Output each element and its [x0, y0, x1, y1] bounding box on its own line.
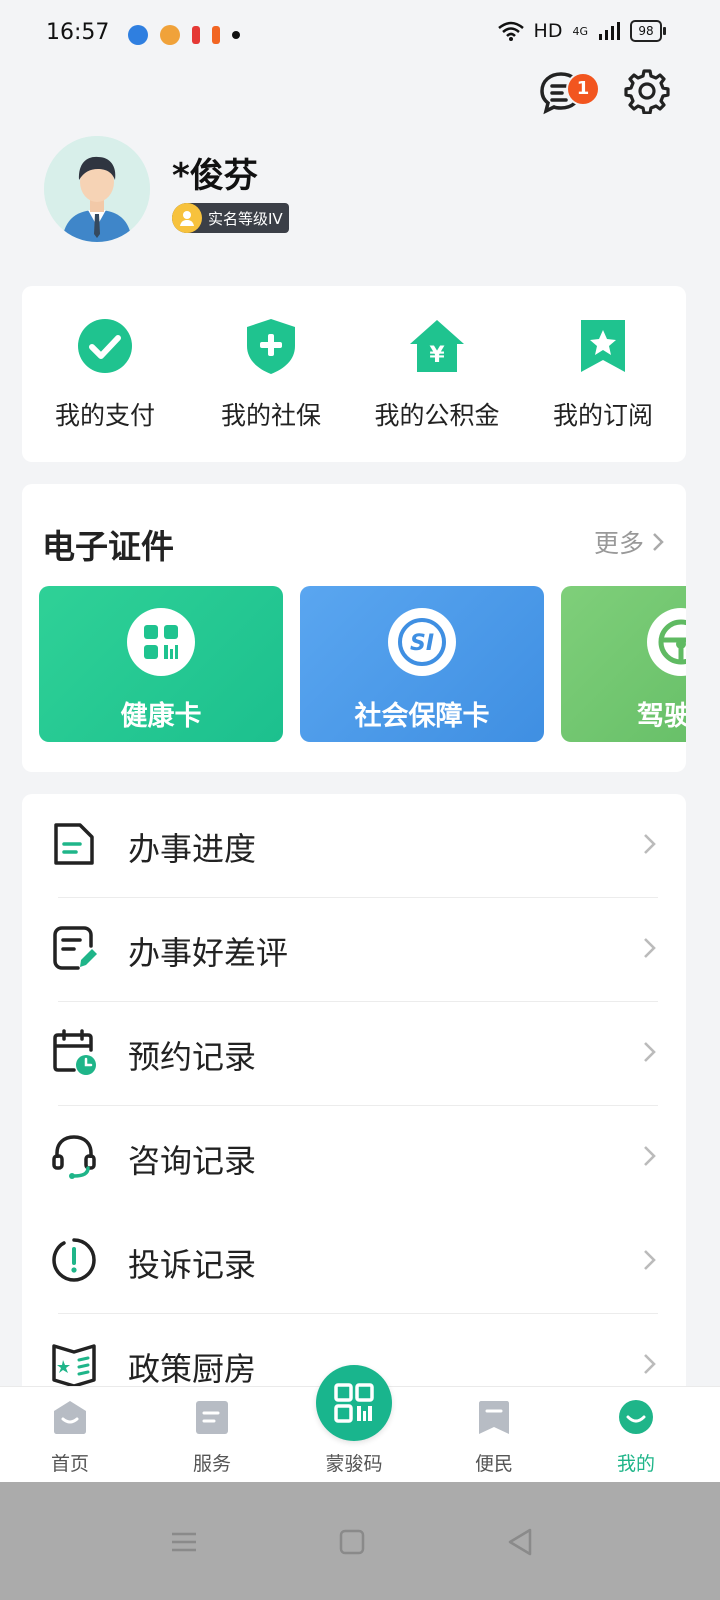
quick-action-payment[interactable]: 我的支付: [22, 316, 188, 432]
list-item-label: 咨询记录: [128, 1142, 257, 1180]
driver-license-label: 驾驶: [637, 701, 686, 732]
list-item-label: 政策厨房: [128, 1350, 257, 1388]
quick-action-label: 我的订阅: [552, 401, 653, 430]
policy-book-icon: [52, 1344, 96, 1388]
tab-label: 我的: [616, 1453, 655, 1475]
app-notification-icon: [212, 26, 220, 44]
tab-services[interactable]: 服务: [162, 1397, 262, 1476]
tab-home[interactable]: 首页: [20, 1397, 120, 1476]
app-notification-icon: [192, 26, 200, 44]
user-name: *俊芬: [172, 156, 258, 196]
steering-wheel-icon: [647, 608, 686, 676]
message-badge: 1: [566, 72, 600, 106]
list-item-label: 投诉记录: [128, 1246, 257, 1284]
tab-label: 便民: [474, 1453, 513, 1475]
svg-text:SI: SI: [410, 631, 434, 656]
convenience-bookmark-icon: [479, 1401, 509, 1434]
quick-action-label: 我的公积金: [374, 401, 500, 430]
app-notification-icon: [160, 25, 180, 45]
shield-plus-icon: [247, 319, 295, 374]
bottom-tab-bar: 首页 服务 蒙骏码 便民 我的: [0, 1365, 720, 1483]
avatar-portrait-icon: [44, 136, 150, 242]
list-item-progress[interactable]: 办事进度: [22, 794, 686, 898]
services-icon: [196, 1401, 228, 1434]
list-item-review[interactable]: 办事好差评: [22, 898, 686, 1002]
section-title: 电子证件: [42, 527, 174, 566]
menu-lines-icon[interactable]: [168, 1526, 200, 1558]
social-security-card-label: 社会保障卡: [354, 701, 490, 732]
health-card-label: 健康卡: [120, 701, 202, 732]
app-notification-icon: [128, 25, 148, 45]
status-bar: 16:57 HD 4G 98: [0, 0, 720, 72]
status-indicators: HD 4G 98: [497, 20, 666, 42]
settings-gear-icon[interactable]: [624, 68, 670, 114]
chevron-right-icon: [653, 533, 664, 551]
more-label: 更多: [593, 529, 644, 558]
exclamation-circle-icon: [52, 1238, 96, 1282]
social-security-card-tile[interactable]: SI 社会保障卡: [300, 586, 544, 742]
notification-apps: [128, 22, 240, 48]
tab-qr-code-button[interactable]: [316, 1365, 392, 1441]
chevron-right-icon: [644, 1042, 656, 1062]
more-notifications-icon: [232, 31, 240, 39]
home-square-icon[interactable]: [336, 1526, 368, 1558]
user-coin-icon: [172, 203, 202, 233]
quick-action-housing-fund[interactable]: ¥ 我的公积金: [354, 316, 520, 432]
chevron-right-icon: [644, 1250, 656, 1270]
records-list-card: 办事进度 办事好差评 预约记录 咨询记录 投诉记录 政策厨房: [22, 794, 686, 1414]
calendar-clock-icon: [53, 1029, 96, 1075]
tab-convenience[interactable]: 便民: [444, 1397, 544, 1476]
list-item-label: 办事好差评: [128, 934, 289, 972]
battery-indicator: 98: [630, 20, 666, 42]
electronic-certificates-card: 电子证件 更多 健康卡 SI 社会保障卡 驾驶: [22, 484, 686, 772]
signal-icon: [599, 22, 620, 40]
health-qr-icon: [127, 608, 195, 676]
list-item-consultation[interactable]: 咨询记录: [22, 1106, 686, 1210]
quick-action-subscription[interactable]: 我的订阅: [520, 316, 686, 432]
verification-level-label: 实名等级IV: [208, 209, 283, 228]
quick-action-label: 我的支付: [54, 401, 155, 430]
screen: 16:57 HD 4G 98 1 *俊芬 实名等级IV 我的支付 我的社保 ¥ …: [0, 0, 720, 1600]
list-item-appointment[interactable]: 预约记录: [22, 1002, 686, 1106]
house-yuan-icon: ¥: [410, 320, 464, 372]
signal-type: 4G: [572, 24, 588, 38]
list-item-label: 办事进度: [128, 830, 257, 868]
check-circle-icon: [78, 319, 132, 373]
svg-text:¥: ¥: [429, 343, 445, 368]
chevron-right-icon: [644, 938, 656, 958]
list-item-label: 预约记录: [128, 1038, 257, 1076]
more-link[interactable]: 更多: [594, 524, 664, 560]
review-pen-icon: [53, 926, 97, 970]
quick-actions-card: 我的支付 我的社保 ¥ 我的公积金 我的订阅: [22, 286, 686, 462]
back-triangle-icon[interactable]: [504, 1526, 536, 1558]
bookmark-star-icon: [581, 320, 625, 372]
avatar[interactable]: [44, 136, 150, 242]
qr-code-icon: [334, 1383, 374, 1423]
tab-label: 服务: [192, 1453, 231, 1475]
tab-label: 蒙骏码: [325, 1453, 383, 1475]
wifi-icon: [497, 21, 524, 41]
verification-level-badge[interactable]: 实名等级IV: [172, 203, 289, 233]
quick-action-social-insurance[interactable]: 我的社保: [188, 316, 354, 432]
chevron-right-icon: [644, 1354, 656, 1374]
mine-profile-icon: [619, 1400, 653, 1434]
social-security-icon: SI: [388, 608, 456, 676]
list-item-complaint[interactable]: 投诉记录: [22, 1210, 686, 1314]
health-card-tile[interactable]: 健康卡: [39, 586, 283, 742]
chevron-right-icon: [644, 1146, 656, 1166]
home-icon: [54, 1401, 86, 1434]
driver-license-tile[interactable]: 驾驶: [561, 586, 686, 742]
document-icon: [54, 823, 94, 865]
tab-mine[interactable]: 我的: [586, 1397, 686, 1476]
tab-label: 首页: [50, 1453, 89, 1475]
headset-icon: [52, 1135, 96, 1179]
status-time: 16:57: [46, 20, 110, 45]
quick-action-label: 我的社保: [220, 401, 321, 430]
network-type: HD: [533, 20, 563, 42]
chevron-right-icon: [644, 834, 656, 854]
system-navigation-bar: [0, 1482, 720, 1600]
